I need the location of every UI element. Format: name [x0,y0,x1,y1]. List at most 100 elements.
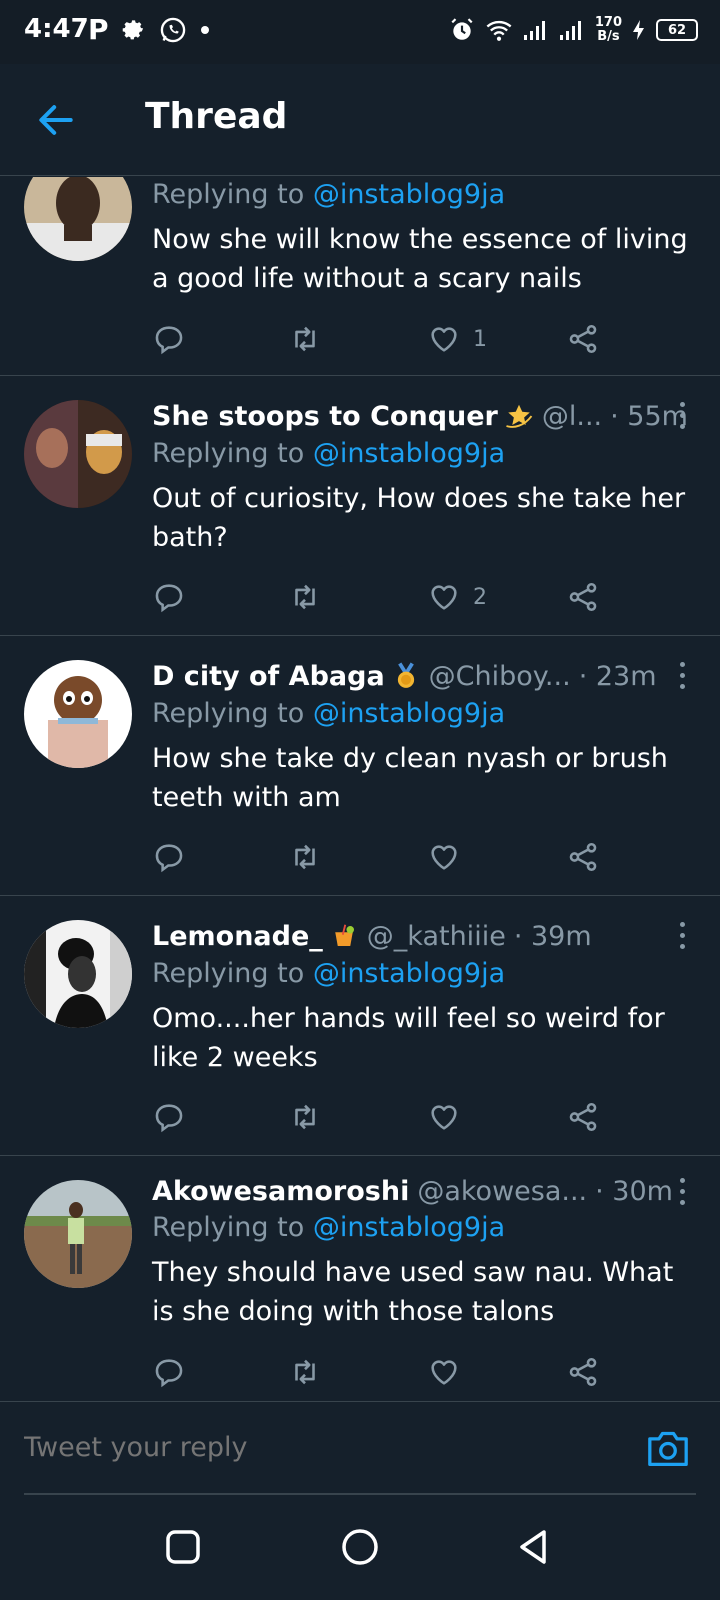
share-button[interactable] [566,319,600,359]
retweet-button[interactable] [288,1097,322,1137]
more-options-icon[interactable] [678,1178,686,1208]
tweet-time: · 30m [595,1175,673,1207]
home-circle-icon[interactable] [338,1525,382,1569]
tweet-text: Omo....her hands will feel so weird for … [152,1003,665,1073]
alarm-icon [451,18,473,40]
camera-icon[interactable] [646,1428,690,1468]
share-button[interactable] [566,1352,600,1392]
back-arrow-icon[interactable] [34,98,78,142]
tweet-text: Now she will know the essence of living … [152,224,688,294]
replying-to: Replying to @instablog9ja [152,698,505,729]
avatar[interactable] [24,920,132,1028]
retweet-button[interactable] [288,319,322,359]
heart-icon [431,1360,457,1385]
tweet-actions: 1 [152,319,622,359]
signal-icon-1 [523,21,545,40]
reply-button[interactable] [152,577,186,617]
reply-button[interactable] [152,837,186,877]
network-speed: 170 B/s [595,16,622,44]
retweet-button[interactable] [288,577,322,617]
heart-icon [431,845,457,870]
like-button[interactable]: 2 [427,577,487,617]
tweet-text: How she take dy clean nyash or brush tee… [152,743,668,813]
retweet-icon [295,584,315,610]
medal-emoji-icon [397,662,414,688]
avatar[interactable] [24,177,132,261]
retweet-icon [295,844,315,870]
heart-icon [431,1105,457,1130]
wifi-icon [486,20,512,41]
like-button[interactable]: 1 [427,319,487,359]
page-title: Thread [145,96,288,137]
user-handle: @_kathiiie [366,920,506,952]
reply-icon [155,1359,183,1388]
replying-prefix: Replying to [152,698,313,729]
like-count: 1 [473,326,487,352]
tweet-item[interactable]: Lemonade_ @_kathiiie · 39m Replying to @… [0,896,720,1156]
dizzy-star-emoji-icon [506,404,533,428]
reply-mention-link[interactable]: @instablog9ja [313,179,505,210]
status-bar: 4:47 P 170 B/s 62 [0,0,720,64]
user-handle: @Chiboy... [428,660,571,692]
tweet-reply-input[interactable] [24,1432,624,1463]
like-button[interactable] [427,837,473,877]
share-icon [569,582,597,612]
recent-apps-square-icon[interactable] [161,1525,205,1569]
like-button[interactable] [427,1097,473,1137]
status-time: 4:47 [24,14,89,44]
retweet-button[interactable] [288,1352,322,1392]
like-button[interactable] [427,1352,473,1392]
tweet-time: · 55m [610,400,688,432]
tweet-header: Lemonade_ @_kathiiie · 39m [152,916,696,956]
replying-prefix: Replying to [152,438,313,469]
tweet-header: Akowesamoroshi @akowesa... · 30m [152,1171,696,1211]
back-triangle-icon[interactable] [512,1525,556,1569]
reply-composer [0,1401,720,1495]
reply-mention-link[interactable]: @instablog9ja [313,958,505,989]
avatar[interactable] [24,660,132,768]
reply-button[interactable] [152,1097,186,1137]
network-speed-unit: B/s [597,29,620,44]
reply-button[interactable] [152,319,186,359]
tweet-item[interactable]: She stoops to Conquer @l... · 55m Replyi… [0,376,720,636]
share-button[interactable] [566,837,600,877]
tweet-actions [152,837,622,877]
reply-mention-link[interactable]: @instablog9ja [313,698,505,729]
replying-to: Replying to @instablog9ja [152,179,505,210]
display-name[interactable]: She stoops to Conquer [152,401,498,432]
display-name[interactable]: Lemonade_ [152,921,323,952]
reply-icon [155,844,183,873]
more-options-icon[interactable] [678,922,686,952]
tropical-drink-emoji-icon [335,924,354,946]
display-name[interactable]: D city of Abaga [152,661,385,692]
reply-mention-link[interactable]: @instablog9ja [313,1212,505,1243]
retweet-icon [295,326,315,352]
tweet-header: She stoops to Conquer @l... · 55m [152,396,696,436]
share-icon [569,1357,597,1387]
retweet-icon [295,1104,315,1130]
more-options-icon[interactable] [678,402,686,432]
more-options-icon[interactable] [678,662,686,692]
share-icon [569,842,597,872]
retweet-icon [295,1359,315,1385]
avatar[interactable] [24,400,132,508]
tweet-item[interactable]: Replying to @instablog9ja Now she will k… [0,177,720,376]
reply-mention-link[interactable]: @instablog9ja [313,438,505,469]
tweet-item[interactable]: D city of Abaga @Chiboy... · 23m Replyin… [0,636,720,896]
thread-list[interactable]: Replying to @instablog9ja Now she will k… [0,177,720,1401]
share-button[interactable] [566,1097,600,1137]
header: Thread [0,64,720,176]
system-navigation-bar [0,1495,720,1600]
tweet-time: · 23m [578,660,657,692]
tweet-time: · 39m [513,920,592,952]
retweet-button[interactable] [288,837,322,877]
display-name[interactable]: Akowesamoroshi [152,1176,409,1207]
like-count: 2 [473,584,487,610]
battery-indicator: 62 [656,19,698,41]
reply-button[interactable] [152,1352,186,1392]
tweet-item[interactable]: Akowesamoroshi @akowesa... · 30m Replyin… [0,1156,720,1401]
share-button[interactable] [566,577,600,617]
replying-to: Replying to @instablog9ja [152,438,505,469]
avatar[interactable] [24,1180,132,1288]
tweet-text: They should have used saw nau. What is s… [152,1257,674,1327]
